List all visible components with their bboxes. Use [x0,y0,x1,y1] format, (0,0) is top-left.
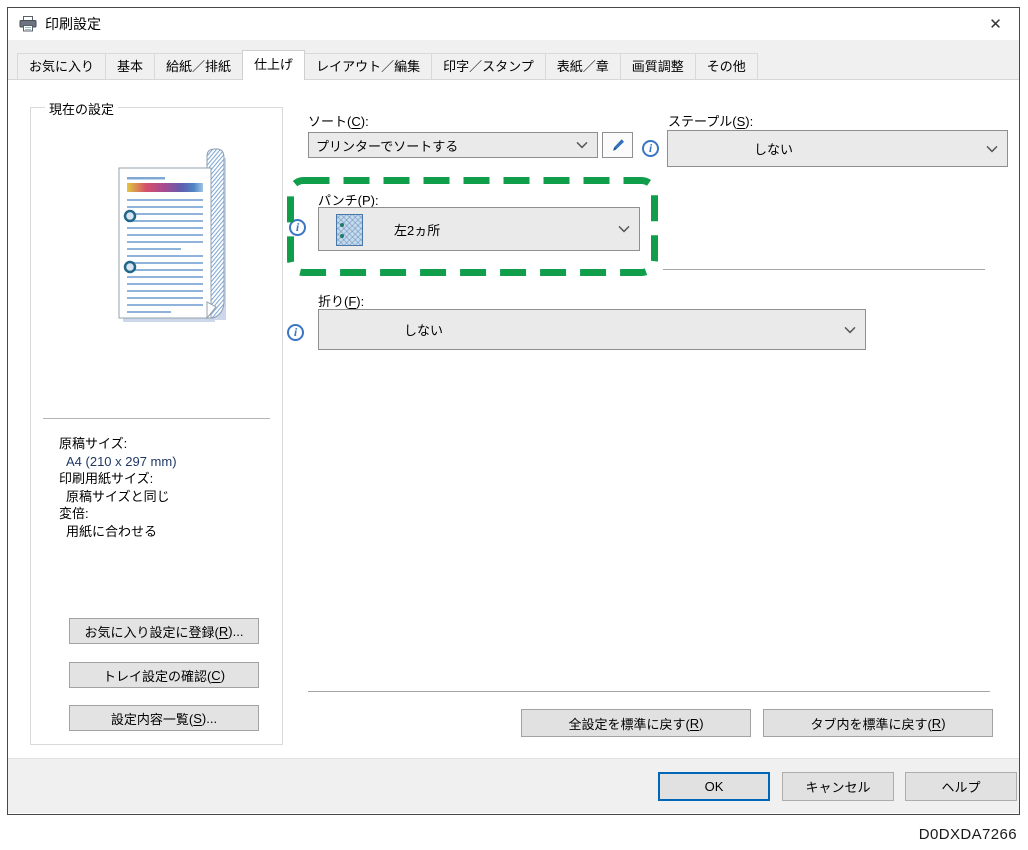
register-favorites-button[interactable]: お気に入り設定に登録(R)... [69,618,259,644]
label-pre: タブ内を標準に戻す( [810,714,931,733]
scaling-label: 変倍: [59,505,177,523]
tab-basic[interactable]: 基本 [105,53,155,79]
cancel-button[interactable]: キャンセル [782,772,894,801]
separator [663,269,985,270]
label-accesskey: C [211,668,220,683]
staple-info-icon[interactable]: i [642,140,659,157]
chevron-down-icon [576,141,588,149]
chevron-down-icon [618,225,630,233]
figure-reference-code: D0DXDA7266 [919,826,1017,843]
fold-dropdown[interactable]: しない [318,309,866,350]
label-accesskey: R [932,716,941,731]
label-pre: 全設定を標準に戻す( [568,714,689,733]
label-pre: ステープル( [668,114,737,129]
label-post: ): [371,193,379,208]
label-post: ): [745,114,753,129]
current-settings-group: 現在の設定 [30,107,283,745]
document-info: 原稿サイズ: A4 (210 x 297 mm) 印刷用紙サイズ: 原稿サイズと… [59,435,177,540]
separator [308,691,990,692]
label-pre: 設定内容一覧( [111,709,193,728]
group-separator [43,418,270,419]
edit-sort-button[interactable] [602,132,633,158]
label-post: )... [202,711,217,726]
sort-label: ソート(C): [308,111,369,130]
label-post: ) [699,716,703,731]
check-tray-settings-button[interactable]: トレイ設定の確認(C) [69,662,259,688]
tab-others[interactable]: その他 [695,53,758,79]
punch-left-2-holes-icon [336,214,363,246]
sort-value: プリンターでソートする [316,136,458,155]
label-post: ) [221,668,225,683]
dialog-footer: OK キャンセル ヘルプ [8,758,1019,813]
tab-layout-edit[interactable]: レイアウト／編集 [304,53,432,79]
scaling-value: 用紙に合わせる [59,523,177,541]
print-paper-size-value: 原稿サイズと同じ [59,488,177,506]
label-accesskey: P [362,193,371,208]
label-post: ): [356,294,364,309]
document-preview [109,146,229,326]
close-button[interactable]: ✕ [973,9,1018,38]
doc-size-value: A4 (210 x 297 mm) [59,453,177,471]
tab-paper-feed-output[interactable]: 給紙／排紙 [154,53,243,79]
label-post: ) [941,716,945,731]
fold-value: しない [404,320,443,339]
tab-cover-chapter[interactable]: 表紙／章 [545,53,621,79]
staple-value: しない [754,139,793,158]
ok-button[interactable]: OK [658,772,770,801]
label-pre: 折り( [318,294,348,309]
sort-dropdown[interactable]: プリンターでソートする [308,132,598,158]
label-accesskey: S [193,711,202,726]
label-pre: パンチ( [318,193,362,208]
group-title: 現在の設定 [45,99,118,118]
tab-print-stamp[interactable]: 印字／スタンプ [431,53,546,79]
title-bar: 印刷設定 ✕ [8,8,1019,40]
staple-dropdown[interactable]: しない [667,130,1008,167]
tab-page-finishing: 現在の設定 [8,80,1019,758]
print-settings-dialog: 印刷設定 ✕ お気に入り 基本 給紙／排紙 仕上げ レイアウト／編集 印字／スタ… [7,7,1020,815]
pencil-icon [610,137,626,153]
label-accesskey: S [737,114,746,129]
label-accesskey: R [219,624,228,639]
fold-info-icon[interactable]: i [287,324,304,341]
staple-label: ステープル(S): [668,111,753,130]
print-paper-size-label: 印刷用紙サイズ: [59,470,177,488]
punch-value: 左2ヵ所 [394,220,440,239]
chevron-down-icon [986,145,998,153]
label-pre: ソート( [308,114,351,129]
label-pre: トレイ設定の確認( [103,666,211,685]
help-button[interactable]: ヘルプ [905,772,1017,801]
label-pre: お気に入り設定に登録( [85,622,219,641]
tab-favorites[interactable]: お気に入り [17,53,106,79]
label-post: )... [228,624,243,639]
label-post: ): [361,114,369,129]
reset-tab-settings-button[interactable]: タブ内を標準に戻す(R) [763,709,993,737]
tab-finishing[interactable]: 仕上げ [242,50,305,80]
window-title: 印刷設定 [45,14,101,34]
punch-info-icon[interactable]: i [289,219,306,236]
chevron-down-icon [844,326,856,334]
label-accesskey: C [351,114,360,129]
fold-label: 折り(F): [318,291,364,310]
settings-summary-button[interactable]: 設定内容一覧(S)... [69,705,259,731]
label-accesskey: R [690,716,699,731]
tab-image-quality[interactable]: 画質調整 [620,53,696,79]
printer-icon [19,16,37,32]
reset-all-settings-button[interactable]: 全設定を標準に戻す(R) [521,709,751,737]
doc-size-label: 原稿サイズ: [59,435,177,453]
punch-dropdown[interactable]: 左2ヵ所 [318,207,640,251]
tab-strip: お気に入り 基本 給紙／排紙 仕上げ レイアウト／編集 印字／スタンプ 表紙／章… [8,40,1019,80]
